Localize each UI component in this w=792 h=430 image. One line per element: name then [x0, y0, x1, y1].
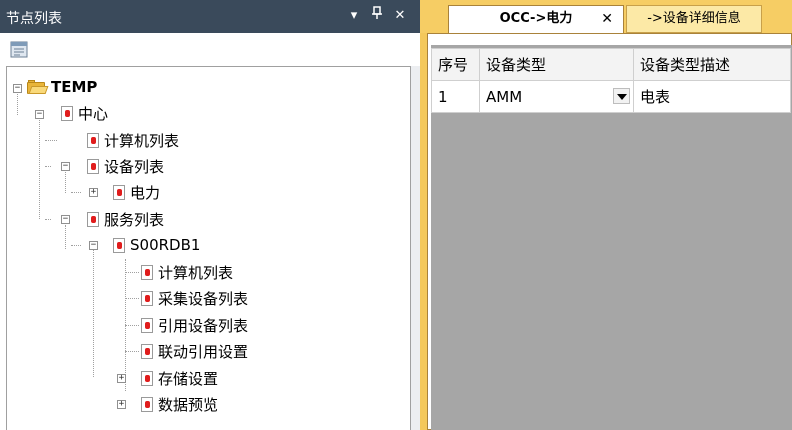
tree-node-reference-device-list[interactable]: 引用设备列表	[141, 314, 248, 336]
pin-button[interactable]	[368, 6, 386, 26]
node-doc-icon	[141, 290, 153, 306]
folder-open-icon	[27, 80, 49, 94]
node-list-panel: 节点列表 ▾ ✕ − TEMP − 中心 计算机列表 − 设备列表 + 电力 −…	[0, 0, 420, 430]
tree-node-power[interactable]: 电力	[113, 181, 160, 203]
tree-expander[interactable]: −	[13, 84, 22, 93]
tree-node-computer-list[interactable]: 计算机列表	[87, 129, 179, 151]
tree-node-label: 中心	[78, 104, 109, 123]
tree-expander[interactable]: −	[61, 215, 70, 224]
node-doc-icon	[113, 184, 125, 200]
node-doc-icon	[141, 343, 153, 359]
properties-icon[interactable]	[10, 41, 30, 63]
tree-expander[interactable]: −	[61, 162, 70, 171]
pin-icon	[372, 6, 382, 19]
column-header-type[interactable]: 设备类型	[479, 48, 634, 81]
close-tab-icon[interactable]: ✕	[601, 6, 613, 32]
tree-node-label: 计算机列表	[158, 263, 234, 282]
tree-node-label: 设备列表	[104, 157, 165, 176]
tree-node-computer-list-2[interactable]: 计算机列表	[141, 261, 233, 283]
node-doc-icon	[87, 158, 99, 174]
tab-label: ->设备详细信息	[647, 11, 741, 26]
node-doc-icon	[141, 264, 153, 280]
tree-node-label: 服务列表	[104, 210, 165, 229]
device-type-select[interactable]: AMM	[479, 80, 634, 113]
panel-toolbar	[0, 33, 420, 65]
tree-node-device-list[interactable]: 设备列表	[87, 155, 164, 177]
node-doc-icon	[87, 211, 99, 227]
node-doc-icon	[141, 370, 153, 386]
column-header-description[interactable]: 设备类型描述	[633, 48, 791, 81]
tree-expander[interactable]: +	[117, 400, 126, 409]
panel-header: 节点列表 ▾ ✕	[0, 0, 420, 33]
tree-node-label: TEMP	[51, 78, 98, 96]
description-cell[interactable]: 电表	[633, 80, 791, 113]
tab-label: OCC->电力	[499, 11, 573, 26]
tree-expander[interactable]: −	[35, 110, 44, 119]
node-doc-icon	[113, 237, 125, 253]
row-index-cell[interactable]: 1	[431, 80, 480, 113]
tree-expander[interactable]: +	[89, 188, 98, 197]
tree-node-label: 数据预览	[158, 395, 219, 414]
chevron-down-icon[interactable]	[613, 88, 630, 104]
tab-occ-power[interactable]: OCC->电力 ✕	[448, 5, 624, 33]
tree-node-temp[interactable]: TEMP	[27, 76, 97, 98]
node-doc-icon	[87, 132, 99, 148]
tree-node-center[interactable]: 中心	[61, 102, 108, 124]
panel-dropdown-button[interactable]: ▾	[345, 6, 363, 26]
tree-node-data-preview[interactable]: 数据预览	[141, 393, 218, 415]
tree-node-storage-settings[interactable]: 存储设置	[141, 367, 218, 389]
close-panel-button[interactable]: ✕	[391, 6, 409, 26]
tree-node-service-list[interactable]: 服务列表	[87, 208, 164, 230]
tree-expander[interactable]: +	[117, 374, 126, 383]
tree-node-collect-device-list[interactable]: 采集设备列表	[141, 287, 248, 309]
tree-node-label: 电力	[130, 183, 161, 202]
tree-node-label: 联动引用设置	[158, 342, 249, 361]
tree-node-s00rdb1[interactable]: S00RDB1	[113, 234, 200, 256]
grid-header-row: 序号 设备类型 设备类型描述	[431, 48, 791, 81]
tab-strip: OCC->电力 ✕ ->设备详细信息	[420, 0, 792, 33]
document-panel: OCC->电力 ✕ ->设备详细信息 序号 设备类型 设备类型描述 1 AMM …	[420, 0, 792, 430]
table-row: 1 AMM 电表	[431, 80, 791, 113]
tree-expander[interactable]: −	[89, 241, 98, 250]
tree-node-label: 引用设备列表	[158, 316, 249, 335]
node-doc-icon	[141, 396, 153, 412]
device-type-value: AMM	[486, 87, 523, 106]
tree-node-linkage-settings[interactable]: 联动引用设置	[141, 340, 248, 362]
tab-device-details[interactable]: ->设备详细信息	[626, 5, 762, 33]
column-header-index[interactable]: 序号	[431, 48, 480, 81]
node-doc-icon	[141, 317, 153, 333]
tree-node-label: 计算机列表	[104, 131, 180, 150]
tree-node-label: S00RDB1	[130, 236, 201, 254]
device-type-grid: 序号 设备类型 设备类型描述 1 AMM 电表	[431, 48, 791, 113]
panel-title: 节点列表	[6, 11, 62, 27]
tree-node-label: 采集设备列表	[158, 289, 249, 308]
node-tree: − TEMP − 中心 计算机列表 − 设备列表 + 电力 − 服务列表 − S…	[6, 66, 411, 430]
panel-scroll-edge	[411, 66, 420, 430]
node-doc-icon	[61, 105, 73, 121]
document-area: 序号 设备类型 设备类型描述 1 AMM 电表	[427, 33, 792, 430]
tree-node-label: 存储设置	[158, 369, 219, 388]
